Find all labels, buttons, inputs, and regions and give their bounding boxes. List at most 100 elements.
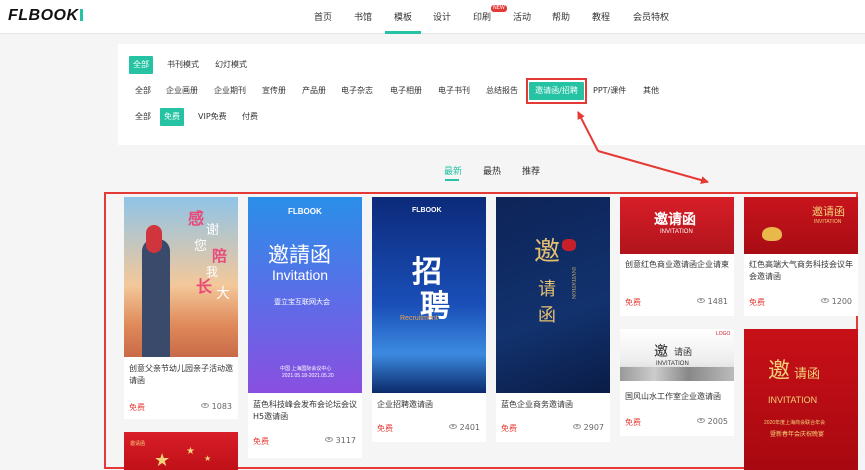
template-card[interactable]: 邀请函 ★ ★ ★ <box>124 432 238 470</box>
template-views: 1481 <box>696 297 728 306</box>
thumb-text: 请函 <box>794 367 821 382</box>
thumb-text: 2021.05.18-2021.05.20 <box>282 373 334 379</box>
thumb-text: 邀 <box>534 237 561 267</box>
template-thumbnail[interactable]: 邀请函 INVITATION <box>744 197 858 254</box>
gold-bow-icon <box>762 227 782 241</box>
template-card[interactable]: LOGO 邀 请函 INVITATION 国风山水工作室企业邀请函 免费 200… <box>620 329 734 436</box>
template-thumbnail[interactable]: FLBOOK 招 聘 Recruitment <box>372 197 486 393</box>
flbook-logo[interactable]: FLBOOK <box>8 7 83 25</box>
sort-active-indicator <box>445 179 459 181</box>
views-count: 2005 <box>707 417 728 426</box>
star-icon: ★ <box>154 450 171 470</box>
cat-report[interactable]: 总结报告 <box>482 82 522 100</box>
cat-all[interactable]: 全部 <box>131 82 155 100</box>
top-nav-bar: FLBOOK 首页 书馆 模板 设计 印刷 NEW 活动 帮助 教程 会员特权 <box>0 0 865 34</box>
thumb-text: 邀 <box>654 344 668 360</box>
template-thumbnail[interactable]: 邀请函 INVITATION <box>620 197 734 254</box>
thumb-text: 函 <box>538 305 556 326</box>
template-title[interactable]: 红色高端大气商务科技会议年会邀请函 <box>749 259 855 283</box>
template-card[interactable]: 邀 请函 INVITATION 2020年度上海商会联合年会 暨新春年会庆祝晚宴 <box>744 329 858 470</box>
nav-print[interactable]: 印刷 <box>473 10 491 23</box>
cat-journal[interactable]: 企业期刊 <box>210 82 250 100</box>
template-title[interactable]: 创意父亲节幼儿园亲子活动邀请函 <box>129 363 235 387</box>
template-title[interactable]: 国风山水工作室企业邀请函 <box>625 391 731 403</box>
star-icon: ★ <box>204 454 212 463</box>
thumb-text: 请 <box>538 279 556 300</box>
thumb-text: 暨新春年会庆祝晚宴 <box>770 432 825 438</box>
cat-invitation[interactable]: 邀请函/招聘 <box>529 82 584 100</box>
eye-icon <box>448 424 457 429</box>
template-price: 免费 <box>129 403 145 412</box>
template-thumbnail[interactable]: LOGO 邀 请函 INVITATION <box>620 329 734 381</box>
template-card[interactable]: 邀请函 INVITATION 红色高端大气商务科技会议年会邀请函 免费 1200 <box>744 197 858 316</box>
sort-latest[interactable]: 最新 <box>444 164 462 177</box>
arrow-to-grid <box>597 150 709 184</box>
template-thumbnail[interactable]: 感 谢 您 陪 我 长 大 <box>124 197 238 357</box>
thumb-text: INVITATION <box>660 229 693 235</box>
sort-recommended[interactable]: 推荐 <box>522 164 540 177</box>
mode-all[interactable]: 全部 <box>129 56 153 74</box>
thumb-text: INVITATION <box>570 267 576 300</box>
cat-magazine[interactable]: 电子杂志 <box>337 82 377 100</box>
template-title[interactable]: 企业招聘邀请函 <box>377 399 483 411</box>
template-card[interactable]: 感 谢 您 陪 我 长 大 创意父亲节幼儿园亲子活动邀请函 免费 1083 <box>124 197 238 419</box>
template-views: 3117 <box>324 436 356 445</box>
thumb-text: Recruitment <box>400 315 438 322</box>
template-title[interactable]: 蓝色企业商务邀请函 <box>501 399 607 411</box>
cat-ppt[interactable]: PPT/课件 <box>589 82 630 100</box>
cat-product[interactable]: 产品册 <box>298 82 330 100</box>
new-badge: NEW <box>491 5 507 12</box>
nav-vip[interactable]: 会员特权 <box>633 10 669 23</box>
template-views: 2005 <box>696 417 728 426</box>
nav-help[interactable]: 帮助 <box>552 10 570 23</box>
cat-promo[interactable]: 宣传册 <box>258 82 290 100</box>
nav-home[interactable]: 首页 <box>314 10 332 23</box>
eye-icon <box>200 403 209 408</box>
sort-hot[interactable]: 最热 <box>483 164 501 177</box>
nav-library[interactable]: 书馆 <box>354 10 372 23</box>
template-card[interactable]: 邀请函 INVITATION 创意红色商业邀请函企业请柬 免费 1481 <box>620 197 734 316</box>
cat-other[interactable]: 其他 <box>639 82 663 100</box>
thumb-text: 邀请函 <box>812 205 845 218</box>
thumb-text: INVITATION <box>814 219 842 225</box>
template-thumbnail[interactable]: FLBOOK 邀請函 Invitation 壹立宝互联网大会 中国 上海国际会议… <box>248 197 362 393</box>
template-card[interactable]: FLBOOK 招 聘 Recruitment 企业招聘邀请函 免费 2401 <box>372 197 486 442</box>
template-title[interactable]: 蓝色科技峰会发布会论坛会议H5邀请函 <box>253 399 359 423</box>
thumb-text: 邀请函 <box>654 212 696 228</box>
template-title[interactable]: 创意红色商业邀请函企业请柬 <box>625 259 731 271</box>
nav-tutorials[interactable]: 教程 <box>592 10 610 23</box>
template-thumbnail[interactable]: 邀 请 函 INVITATION <box>496 197 610 393</box>
cat-album[interactable]: 电子相册 <box>386 82 426 100</box>
template-card[interactable]: 邀 请 函 INVITATION 蓝色企业商务邀请函 免费 2907 <box>496 197 610 442</box>
thumb-text: 感 <box>188 209 205 228</box>
thumb-text: Invitation <box>272 267 329 283</box>
template-price: 免费 <box>501 424 517 433</box>
thumb-text: INVITATION <box>768 395 818 405</box>
cat-ebook[interactable]: 电子书刊 <box>434 82 474 100</box>
logo-mark-icon <box>79 9 83 21</box>
nav-activities[interactable]: 活动 <box>513 10 531 23</box>
red-rose-icon <box>562 239 576 251</box>
price-all[interactable]: 全部 <box>131 108 155 126</box>
thumb-text: FLBOOK <box>288 207 322 216</box>
nav-design[interactable]: 设计 <box>433 10 451 23</box>
mode-slide[interactable]: 幻灯模式 <box>211 56 251 74</box>
cat-brochure[interactable]: 企业画册 <box>162 82 202 100</box>
template-price: 免费 <box>377 424 393 433</box>
eye-icon <box>572 424 581 429</box>
views-count: 2907 <box>583 423 604 432</box>
views-count: 1200 <box>831 297 852 306</box>
mode-book[interactable]: 书刊模式 <box>163 56 203 74</box>
template-price: 免费 <box>625 418 641 427</box>
template-card[interactable]: FLBOOK 邀請函 Invitation 壹立宝互联网大会 中国 上海国际会议… <box>248 197 362 458</box>
template-thumbnail[interactable]: 邀 请函 INVITATION 2020年度上海商会联合年会 暨新春年会庆祝晚宴 <box>744 329 858 470</box>
template-thumbnail[interactable]: 邀请函 ★ ★ ★ <box>124 432 238 470</box>
nav-templates[interactable]: 模板 <box>394 10 412 23</box>
price-free[interactable]: 免费 <box>160 108 184 126</box>
template-price: 免费 <box>253 437 269 446</box>
price-paid[interactable]: 付费 <box>238 108 262 126</box>
thumb-text: 您 <box>194 239 208 254</box>
eye-icon <box>696 298 705 303</box>
price-vip[interactable]: VIP免费 <box>194 108 231 126</box>
eye-icon <box>696 418 705 423</box>
